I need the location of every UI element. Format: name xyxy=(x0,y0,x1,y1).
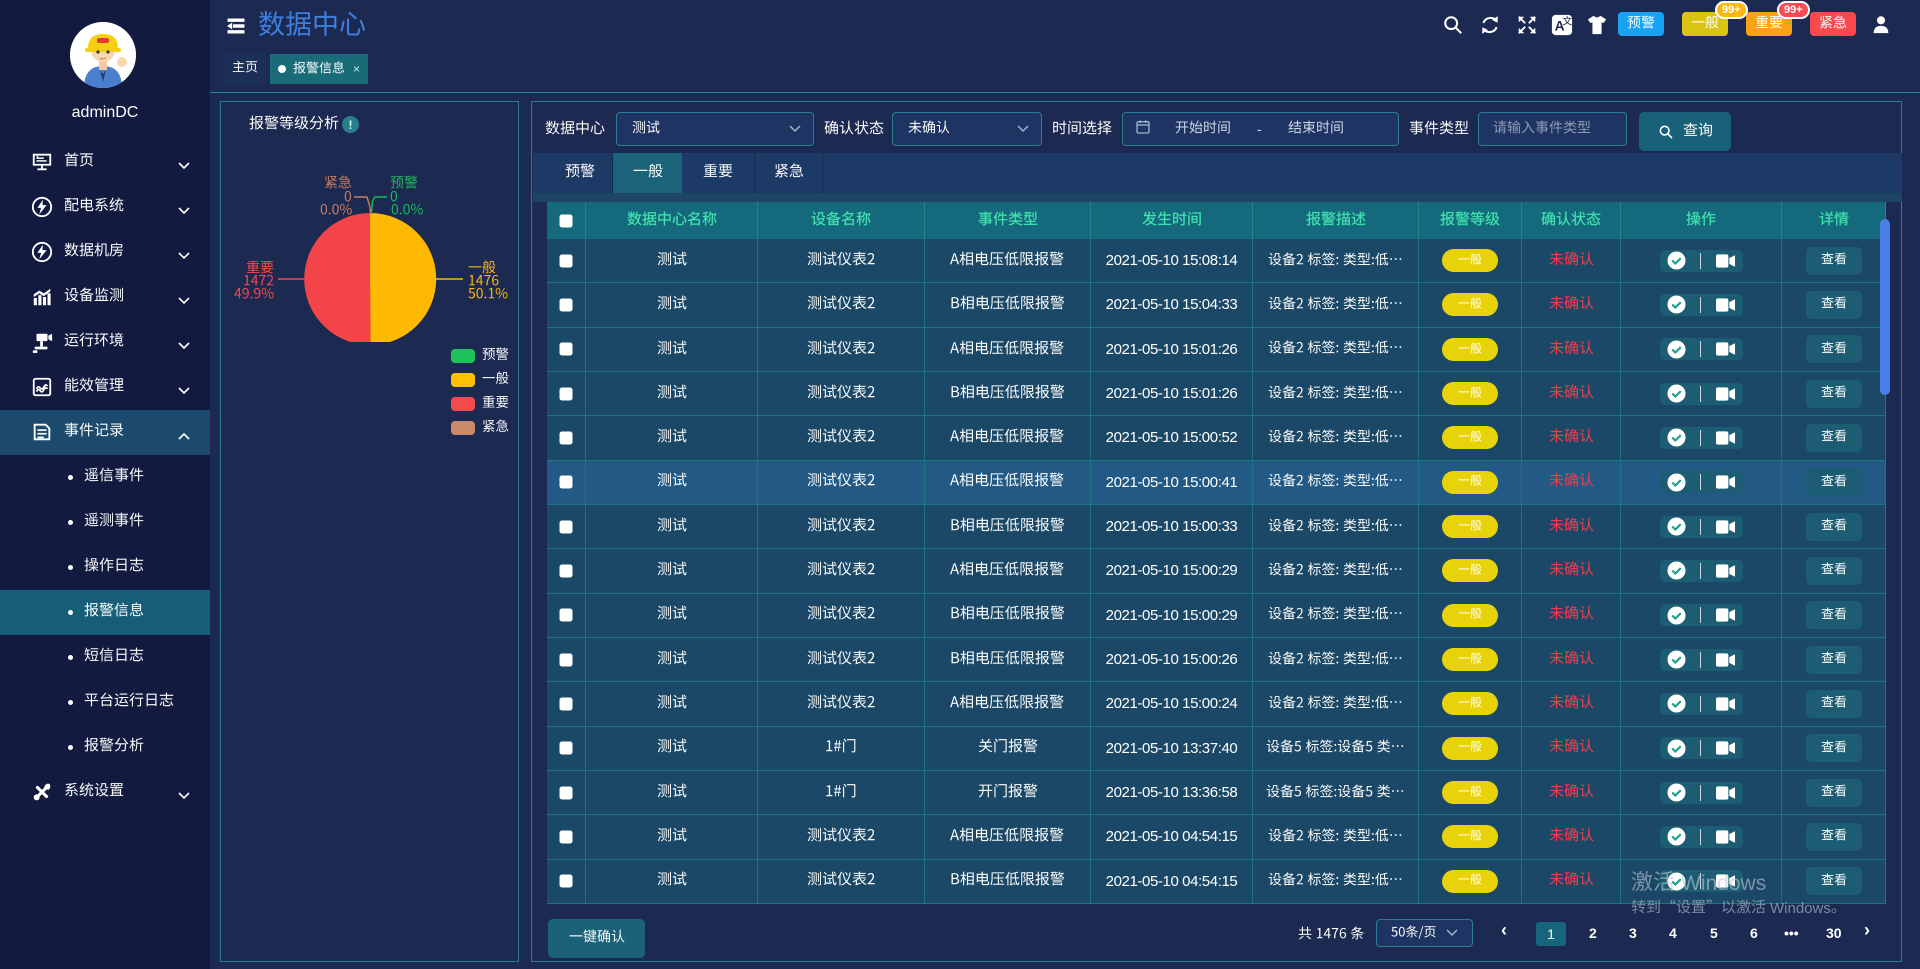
svg-text:A: A xyxy=(1555,19,1565,34)
